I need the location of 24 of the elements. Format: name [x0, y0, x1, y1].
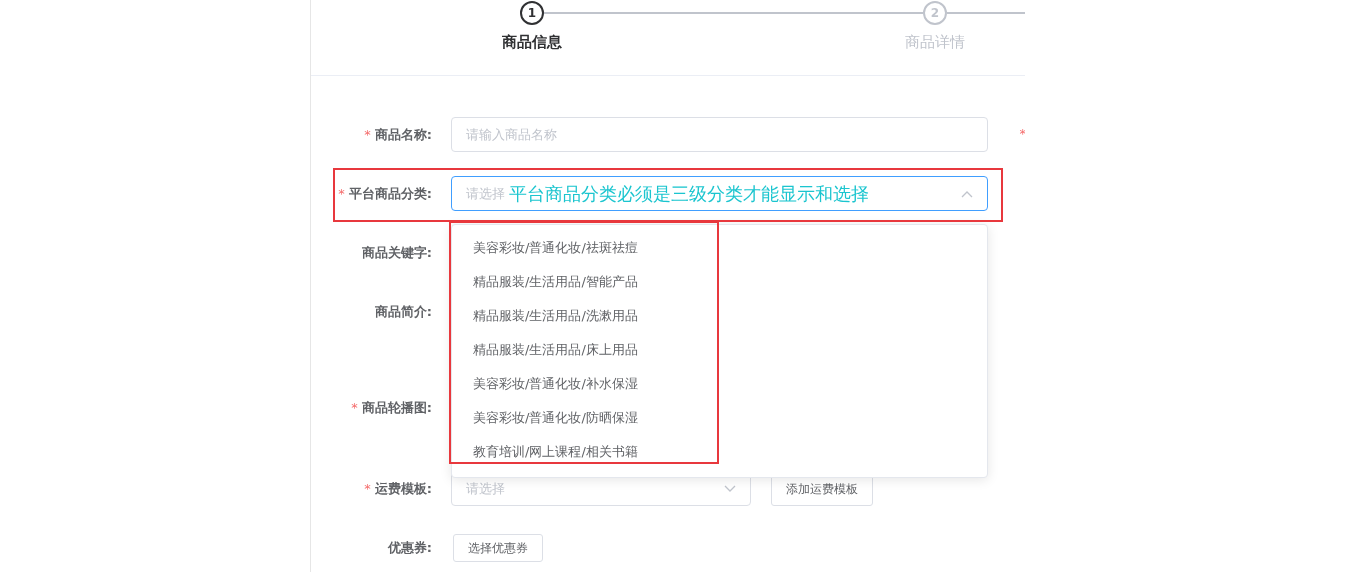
dropdown-option[interactable]: 教育培训/网上课程/相关书籍	[452, 435, 987, 469]
field-label: * 平台商品分类:	[337, 185, 432, 203]
text-field[interactable]: 请输入商品名称	[451, 117, 988, 152]
dropdown-option[interactable]: 精品服装/生活用品/智能产品	[452, 265, 987, 299]
dropdown-option[interactable]: 精品服装/生活用品/洗漱用品	[452, 299, 987, 333]
field-label: 商品简介:	[373, 303, 432, 321]
dropdown-option[interactable]: 精品服装/生活用品/床上用品	[452, 333, 987, 367]
dropdown-option[interactable]: 美容彩妆/普通化妆/祛斑祛痘	[452, 231, 987, 265]
field-label: * 商品名称:	[363, 126, 432, 144]
step-label: 商品详情	[904, 32, 966, 53]
field-label: * 商品轮播图:	[350, 399, 432, 417]
chevron-down-icon	[724, 484, 736, 493]
chevron-up-icon	[961, 189, 973, 198]
field-label: 商品关键字:	[360, 244, 432, 262]
dropdown-option[interactable]: 美容彩妆/普通化妆/补水保湿	[452, 367, 987, 401]
field-label: * 运费模板:	[363, 480, 432, 498]
annotation-note: 平台商品分类必须是三级分类才能显示和选择	[509, 182, 869, 206]
step-number: 1	[520, 1, 544, 25]
dropdown-option[interactable]: 美容彩妆/普通化妆/防晒保湿	[452, 401, 987, 435]
field-label: 优惠券:	[386, 539, 432, 557]
required-mark: *	[1019, 125, 1025, 143]
select-button[interactable]: 选择优惠券	[453, 533, 543, 562]
step-label: 商品信息	[501, 32, 563, 53]
step-number: 2	[923, 1, 947, 25]
